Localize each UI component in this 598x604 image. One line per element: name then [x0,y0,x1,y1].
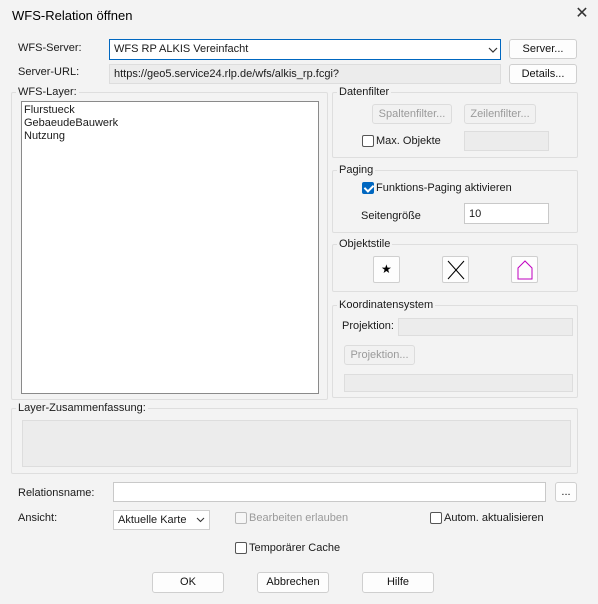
paging-title: Paging [337,164,376,176]
wfs-server-label: WFS-Server: [18,42,82,54]
relationsname-input[interactable] [113,482,546,502]
point-style-button[interactable]: ★ [373,256,400,283]
projektion-info-field [344,374,573,392]
zeilenfilter-button[interactable]: Zeilenfilter... [464,104,536,124]
ansicht-select[interactable]: Aktuelle Karte [113,510,210,530]
details-button[interactable]: Details... [509,64,577,84]
wfs-server-select[interactable]: WFS RP ALKIS Vereinfacht [109,39,501,60]
koordinatensystem-title: Koordinatensystem [337,299,436,311]
funktions-paging-label: Funktions-Paging aktivieren [376,182,512,194]
autom-checkbox[interactable] [430,512,442,524]
server-url-label: Server-URL: [18,66,80,78]
server-button[interactable]: Server... [509,39,577,59]
ansicht-value: Aktuelle Karte [118,514,187,526]
datenfilter-title: Datenfilter [337,86,392,98]
chevron-down-icon [488,47,498,53]
max-objekte-field[interactable] [464,131,549,151]
seitengroesse-label: Seitengröße [361,210,421,222]
max-objekte-checkbox[interactable] [362,135,374,147]
cross-line-icon [447,260,465,280]
seitengroesse-input[interactable]: 10 [464,203,549,224]
funktions-paging-checkbox[interactable] [362,182,374,194]
line-style-button[interactable] [442,256,469,283]
autom-label: Autom. aktualisieren [444,512,544,524]
projektion-button[interactable]: Projektion... [344,345,415,365]
server-url-field: https://geo5.service24.rlp.de/wfs/alkis_… [109,64,501,84]
spaltenfilter-button[interactable]: Spaltenfilter... [372,104,452,124]
max-objekte-label: Max. Objekte [376,135,441,147]
relationsname-browse-button[interactable]: ... [555,482,577,502]
bearbeiten-label: Bearbeiten erlauben [249,512,349,524]
list-item[interactable]: GebaeudeBauwerk [22,117,318,130]
projektion-label: Projektion: [342,320,394,332]
projektion-field [398,318,573,336]
list-item[interactable]: Nutzung [22,130,318,143]
polygon-icon [517,260,533,280]
chevron-down-icon [196,517,205,523]
objektstile-title: Objektstile [337,238,393,250]
summary-textbox [22,420,571,467]
temp-cache-label: Temporärer Cache [249,542,341,554]
summary-label: Layer-Zusammenfassung: [16,402,148,414]
list-item[interactable]: Flurstueck [22,104,318,117]
wfs-layer-label: WFS-Layer: [16,86,79,98]
ansicht-label: Ansicht: [18,512,58,524]
star-icon: ★ [381,262,392,276]
wfs-server-value: WFS RP ALKIS Vereinfacht [114,43,249,55]
wfs-layer-list[interactable]: Flurstueck GebaeudeBauwerk Nutzung [21,101,319,394]
hilfe-button[interactable]: Hilfe [362,572,434,593]
ok-button[interactable]: OK [152,572,224,593]
bearbeiten-checkbox[interactable] [235,512,247,524]
temp-cache-checkbox[interactable] [235,542,247,554]
window-title: WFS-Relation öffnen [12,8,133,23]
close-icon[interactable]: ✕ [572,4,592,24]
polygon-style-button[interactable] [511,256,538,283]
abbrechen-button[interactable]: Abbrechen [257,572,329,593]
relationsname-label: Relationsname: [18,487,95,499]
